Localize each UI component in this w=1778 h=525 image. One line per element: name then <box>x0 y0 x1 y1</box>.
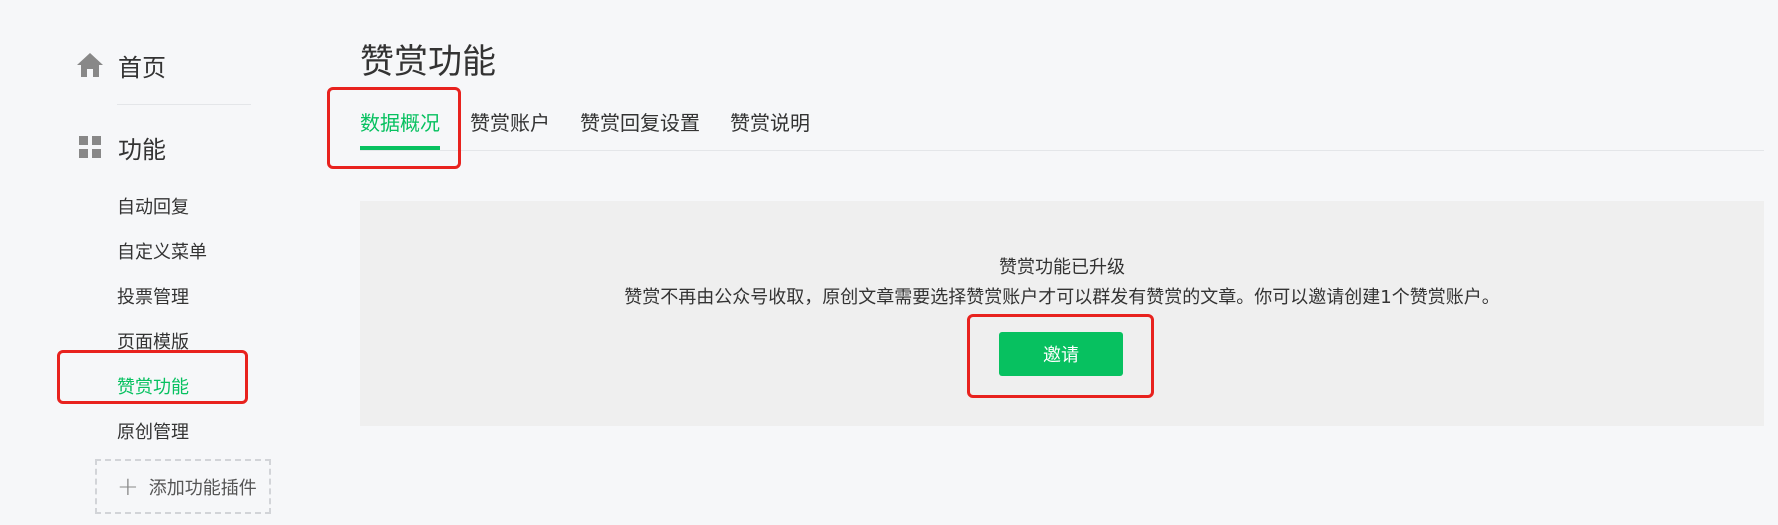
sidebar-item-page-template[interactable]: 页面模版 <box>117 320 207 365</box>
nav-feature-header: 功能 <box>76 128 166 166</box>
sidebar-divider <box>117 104 251 105</box>
notice-title: 赞赏功能已升级 <box>999 257 1125 278</box>
grid-icon <box>76 133 104 161</box>
plus-icon: + <box>117 471 139 502</box>
feature-submenu: 自动回复 自定义菜单 投票管理 页面模版 赞赏功能 原创管理 <box>117 185 207 455</box>
sidebar-item-custom-menu[interactable]: 自定义菜单 <box>117 230 207 275</box>
sidebar-item-auto-reply[interactable]: 自动回复 <box>117 185 207 230</box>
tab-bar: 数据概况 赞赏账户 赞赏回复设置 赞赏说明 <box>360 101 1764 151</box>
sidebar-item-reward[interactable]: 赞赏功能 <box>117 365 207 410</box>
sidebar: 首页 功能 自动回复 自定义菜单 投票管理 页面模版 赞赏功能 原创管理 + 添… <box>0 0 300 525</box>
home-icon <box>76 51 104 79</box>
tab-reward-account[interactable]: 赞赏账户 <box>470 101 550 150</box>
nav-home[interactable]: 首页 <box>76 46 166 84</box>
sidebar-item-vote-management[interactable]: 投票管理 <box>117 275 207 320</box>
tab-data-overview[interactable]: 数据概况 <box>360 101 440 150</box>
nav-feature-label: 功能 <box>118 135 166 164</box>
page-title: 赞赏功能 <box>360 42 496 82</box>
nav-home-label: 首页 <box>118 53 166 82</box>
invite-button[interactable]: 邀请 <box>999 332 1123 376</box>
tab-reward-description[interactable]: 赞赏说明 <box>730 101 810 150</box>
add-plugin-button[interactable]: + 添加功能插件 <box>95 459 271 514</box>
tab-reward-reply-settings[interactable]: 赞赏回复设置 <box>580 101 700 150</box>
upgrade-notice-panel: 赞赏功能已升级 赞赏不再由公众号收取，原创文章需要选择赞赏账户才可以群发有赞赏的… <box>360 201 1764 426</box>
notice-description: 赞赏不再由公众号收取，原创文章需要选择赞赏账户才可以群发有赞赏的文章。你可以邀请… <box>624 287 1500 308</box>
sidebar-item-original-management[interactable]: 原创管理 <box>117 410 207 455</box>
add-plugin-label: 添加功能插件 <box>148 477 257 499</box>
